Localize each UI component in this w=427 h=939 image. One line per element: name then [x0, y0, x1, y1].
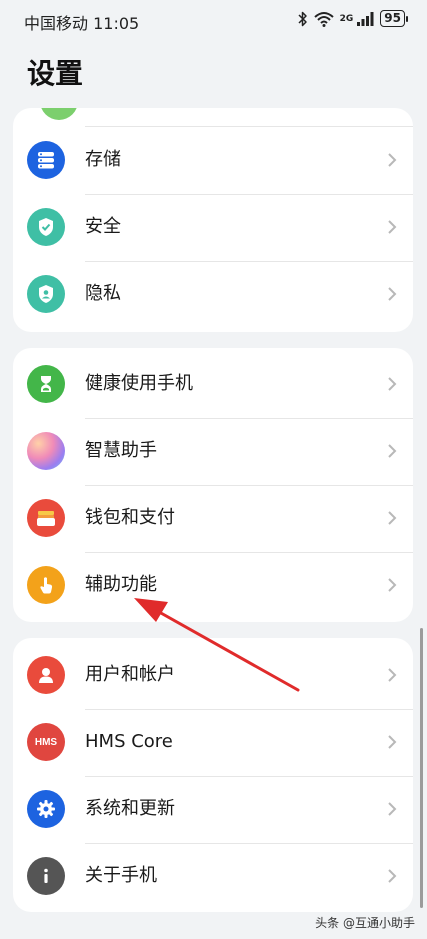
watermark: 头条 @互通小助手	[315, 916, 415, 930]
annotation-arrow	[134, 598, 300, 692]
